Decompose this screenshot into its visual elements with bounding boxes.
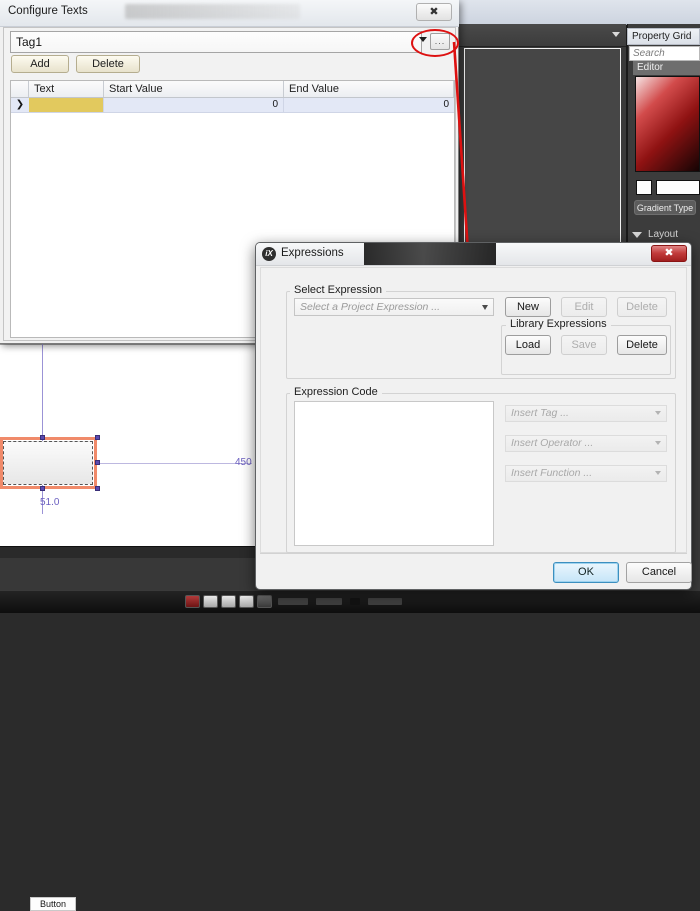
measure-label-vertical: 51.0: [40, 497, 60, 508]
grid-header-text[interactable]: Text: [29, 81, 104, 97]
chevron-down-icon: [655, 411, 661, 415]
blurred-background-region: [364, 243, 496, 265]
project-expression-select[interactable]: Select a Project Expression ...: [294, 298, 494, 316]
resize-handle-top-right[interactable]: [95, 435, 100, 440]
delete-expression-button: Delete: [617, 297, 667, 317]
expressions-titlebar[interactable]: iX Expressions ✖: [256, 243, 691, 266]
application-toolbar-strip: [455, 0, 700, 25]
chevron-down-icon[interactable]: [482, 305, 488, 310]
resize-handle-right[interactable]: [95, 460, 100, 465]
tag-input[interactable]: Tag1: [10, 31, 422, 53]
grid-header-start-value[interactable]: Start Value: [104, 81, 284, 97]
grid-header-end-value[interactable]: End Value: [284, 81, 454, 97]
expression-code-textarea[interactable]: [294, 401, 494, 546]
gradient-color-field[interactable]: [656, 180, 700, 195]
save-library-button: Save: [561, 335, 607, 355]
taskbar-icon-2[interactable]: [203, 595, 218, 608]
measure-label-horizontal: 450: [235, 457, 252, 468]
select-expression-group-label: Select Expression: [290, 284, 387, 296]
dark-panel-header: [458, 24, 626, 47]
cell-end-value[interactable]: 0: [284, 98, 454, 112]
table-row[interactable]: ❯ 0 0: [11, 98, 454, 113]
taskbar-icon-3[interactable]: [221, 595, 236, 608]
cell-text[interactable]: [29, 98, 104, 112]
expression-code-group-label: Expression Code: [290, 386, 382, 398]
taskbar-window-button-4[interactable]: [368, 598, 402, 605]
ix-app-icon: iX: [262, 247, 276, 261]
property-grid-editor-section[interactable]: Editor: [633, 61, 700, 75]
add-button[interactable]: Add: [11, 55, 69, 73]
taskbar-icon-4[interactable]: [239, 595, 254, 608]
insert-function-select: Insert Function ...: [505, 465, 667, 482]
row-indicator-icon: ❯: [15, 99, 25, 110]
configure-texts-title: Configure Texts: [8, 5, 88, 17]
horizontal-alignment-guide: [97, 463, 252, 464]
gradient-preview-swatch[interactable]: [635, 76, 700, 172]
load-library-button[interactable]: Load: [505, 335, 551, 355]
taskbar-window-button-1[interactable]: [278, 598, 308, 605]
property-grid-layout-section[interactable]: Layout: [632, 228, 700, 242]
insert-operator-select: Insert Operator ...: [505, 435, 667, 452]
delete-button[interactable]: Delete: [76, 55, 140, 73]
layout-section-label: Layout: [648, 229, 679, 240]
chevron-down-icon: [655, 471, 661, 475]
tag-browse-button[interactable]: ...: [430, 33, 450, 50]
grid-header-row: Text Start Value End Value: [11, 81, 454, 98]
cell-start-value[interactable]: 0: [104, 98, 284, 112]
chevron-down-icon[interactable]: [419, 37, 427, 42]
taskbar-window-button-3[interactable]: [350, 598, 360, 605]
close-icon[interactable]: ✖: [416, 3, 452, 21]
gradient-color-stop-a[interactable]: [636, 180, 652, 195]
chevron-down-icon[interactable]: [612, 32, 620, 37]
chevron-down-icon: [655, 441, 661, 445]
property-grid-search-input[interactable]: Search: [629, 46, 700, 61]
close-icon[interactable]: ✖: [651, 245, 687, 262]
resize-handle-bottom[interactable]: [40, 486, 45, 491]
gradient-type-button[interactable]: Gradient Type: [634, 200, 696, 215]
delete-library-button[interactable]: Delete: [617, 335, 667, 355]
insert-tag-select: Insert Tag ...: [505, 405, 667, 422]
ok-button[interactable]: OK: [553, 562, 619, 583]
taskbar: [0, 590, 700, 613]
canvas-button-widget[interactable]: Button: [3, 441, 93, 911]
expressions-dialog: iX Expressions ✖ Select Expression Selec…: [255, 242, 692, 590]
grid-header-selector: [11, 81, 29, 97]
new-expression-button[interactable]: New: [505, 297, 551, 317]
canvas-button-label: Button: [30, 897, 76, 911]
property-grid-title: Property Grid: [627, 28, 700, 45]
taskbar-icon-1[interactable]: [185, 595, 200, 608]
cancel-button[interactable]: Cancel: [626, 562, 692, 583]
library-expressions-group-label: Library Expressions: [506, 318, 611, 330]
resize-handle-top[interactable]: [40, 435, 45, 440]
configure-texts-titlebar[interactable]: Configure Texts ✖: [0, 0, 459, 27]
resize-handle-bottom-right[interactable]: [95, 486, 100, 491]
chevron-down-icon[interactable]: [632, 232, 642, 238]
blurred-background-text: [125, 4, 300, 19]
taskbar-icon-5[interactable]: [257, 595, 272, 608]
expressions-footer: OK Cancel: [260, 553, 692, 586]
edit-expression-button: Edit: [561, 297, 607, 317]
taskbar-window-button-2[interactable]: [316, 598, 342, 605]
expressions-title: Expressions: [281, 247, 344, 259]
